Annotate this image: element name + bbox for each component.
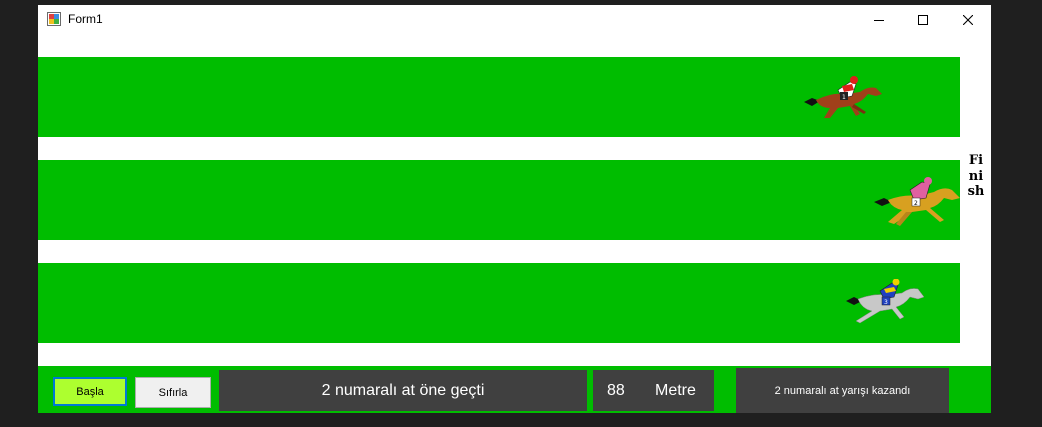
maximize-button[interactable] [900, 5, 945, 34]
race-lane-3 [38, 263, 960, 343]
horse-jockey-grey-icon: 3 [844, 278, 926, 334]
horse-jockey-brown-icon: 1 [802, 74, 884, 129]
svg-text:3: 3 [884, 299, 888, 306]
title-bar[interactable]: Form1 [38, 5, 991, 34]
close-button[interactable] [945, 5, 990, 34]
app-window: Form1 1 2 3 Finish Başla Sıfırla 2 numar… [38, 5, 991, 413]
control-bar: Başla Sıfırla 2 numaralı at öne geçti 88… [38, 366, 991, 413]
minimize-button[interactable] [856, 5, 901, 34]
app-icon [47, 12, 61, 26]
distance-unit: Metre [655, 381, 696, 399]
reset-button[interactable]: Sıfırla [135, 377, 211, 408]
svg-text:2: 2 [914, 200, 918, 207]
minimize-icon [873, 15, 884, 25]
distance-value: 88 [607, 381, 625, 399]
race-lane-2 [38, 160, 960, 240]
window-title: Form1 [68, 12, 103, 26]
winner-label: 2 numaralı at yarışı kazandı [736, 368, 949, 413]
close-icon [962, 14, 973, 25]
start-button[interactable]: Başla [53, 377, 127, 406]
maximize-icon [917, 14, 928, 25]
leader-status-label: 2 numaralı at öne geçti [219, 370, 587, 411]
finish-label: Finish [967, 153, 985, 199]
svg-text:1: 1 [842, 94, 846, 101]
horse-jockey-tan-icon: 2 [872, 176, 962, 235]
distance-label: 88 Metre [593, 370, 714, 411]
